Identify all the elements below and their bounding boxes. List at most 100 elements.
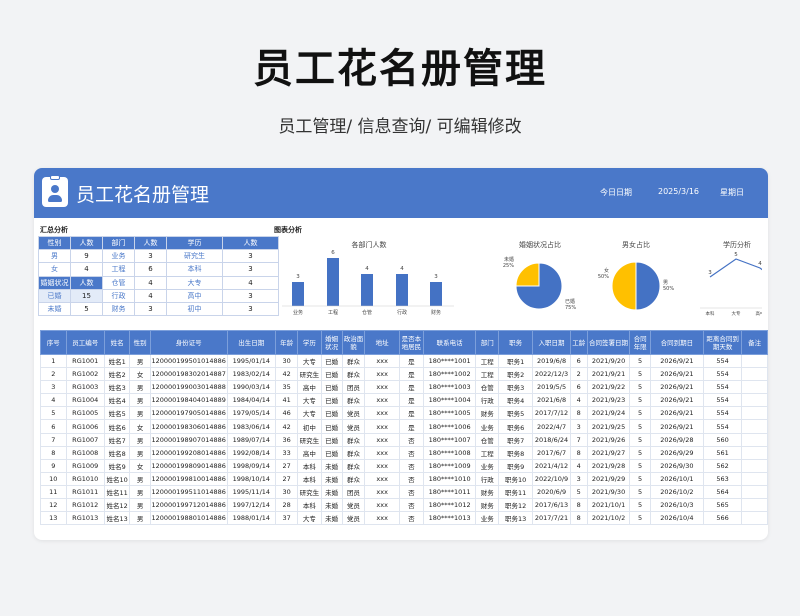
table-cell[interactable]: 27: [275, 458, 299, 473]
table-cell[interactable]: 5: [629, 419, 651, 434]
table-cell[interactable]: 2021/9/27: [586, 445, 631, 460]
table-cell[interactable]: 180****1002: [422, 367, 477, 382]
table-cell[interactable]: 2021/9/21: [586, 367, 631, 382]
table-cell[interactable]: [741, 471, 768, 486]
table-cell[interactable]: [741, 511, 768, 526]
table-cell[interactable]: 180****1010: [422, 471, 477, 486]
table-cell[interactable]: 业务: [475, 419, 500, 434]
table-cell[interactable]: 群众: [341, 471, 366, 486]
table-cell[interactable]: 职务4: [498, 393, 534, 408]
table-cell[interactable]: 2020/6/9: [532, 484, 571, 500]
table-cell[interactable]: 4: [569, 393, 588, 408]
table-cell[interactable]: 5: [629, 511, 651, 526]
table-cell[interactable]: RG1002: [65, 367, 105, 382]
table-cell[interactable]: 否: [399, 458, 424, 473]
table-cell[interactable]: 男: [129, 380, 151, 395]
table-cell[interactable]: 男: [129, 393, 151, 408]
table-cell[interactable]: 1979/05/14: [226, 406, 277, 421]
table-cell[interactable]: 6: [569, 380, 588, 395]
table-cell[interactable]: 2021/9/20: [586, 353, 631, 369]
table-cell[interactable]: 姓名7: [103, 432, 131, 447]
table-cell[interactable]: xxx: [364, 419, 400, 434]
table-cell[interactable]: [741, 353, 768, 369]
table-cell[interactable]: 28: [275, 498, 299, 513]
table-cell[interactable]: xxx: [364, 498, 400, 513]
table-cell[interactable]: 120000198302014887: [149, 367, 228, 382]
table-cell[interactable]: 团员: [341, 380, 366, 395]
table-cell[interactable]: 职务6: [498, 419, 534, 434]
table-cell[interactable]: 已婚: [320, 367, 343, 382]
table-cell[interactable]: 大专: [297, 353, 322, 369]
table-cell[interactable]: 2026/9/21: [649, 419, 704, 434]
table-cell[interactable]: xxx: [364, 353, 400, 369]
table-cell[interactable]: RG1010: [65, 471, 105, 486]
table-cell[interactable]: 姓名4: [103, 393, 131, 408]
table-cell[interactable]: 3: [569, 419, 588, 434]
table-cell[interactable]: 1990/03/14: [226, 380, 277, 395]
table-cell[interactable]: 120000199712014886: [149, 498, 228, 513]
table-cell[interactable]: 姓名1: [103, 353, 131, 369]
table-cell[interactable]: 180****1009: [422, 458, 477, 473]
table-cell[interactable]: 高中: [297, 445, 322, 460]
table-cell[interactable]: 2017/6/13: [532, 498, 571, 513]
table-cell[interactable]: 2022/4/7: [532, 419, 571, 434]
table-cell[interactable]: 3: [569, 471, 588, 486]
table-cell[interactable]: xxx: [364, 380, 400, 395]
table-cell[interactable]: 1984/04/14: [226, 393, 277, 408]
table-cell[interactable]: 120000197905014886: [149, 406, 228, 421]
table-row[interactable]: 13 RG1013 姓名13 男 120000198801014886 1988/01/1…: [40, 511, 768, 526]
table-cell[interactable]: 未婚: [320, 471, 343, 486]
table-cell[interactable]: 12: [40, 498, 67, 513]
table-cell[interactable]: 业务: [475, 458, 500, 473]
table-cell[interactable]: 42: [275, 419, 299, 434]
table-cell[interactable]: 2021/6/8: [532, 393, 571, 408]
table-cell[interactable]: 职务7: [498, 432, 534, 447]
table-cell[interactable]: 2021/10/1: [586, 498, 631, 513]
table-cell[interactable]: 是: [399, 419, 424, 434]
table-row[interactable]: 2 RG1002 姓名2 女 120000198302014887 1983/02/14 4…: [40, 367, 768, 382]
table-cell[interactable]: 120000199003014888: [149, 380, 228, 395]
table-cell[interactable]: 554: [702, 353, 743, 369]
table-cell[interactable]: 群众: [341, 445, 366, 460]
table-cell[interactable]: 8: [40, 445, 67, 460]
table-row[interactable]: 4 RG1004 姓名4 男 120000198404014889 1984/04/14 4…: [40, 393, 768, 408]
table-cell[interactable]: 2026/10/1: [649, 471, 704, 486]
table-cell[interactable]: 9: [40, 458, 67, 473]
table-cell[interactable]: 姓名3: [103, 380, 131, 395]
table-cell[interactable]: RG1013: [65, 511, 105, 526]
table-cell[interactable]: 8: [569, 511, 588, 526]
table-cell[interactable]: RG1011: [65, 484, 105, 500]
table-cell[interactable]: 已婚: [320, 380, 343, 395]
table-cell[interactable]: [741, 445, 768, 460]
table-cell[interactable]: 8: [569, 406, 588, 421]
table-cell[interactable]: 研究生: [297, 484, 322, 500]
table-cell[interactable]: RG1003: [65, 380, 105, 395]
table-cell[interactable]: RG1006: [65, 419, 105, 434]
table-cell[interactable]: 2017/6/7: [532, 445, 571, 460]
table-cell[interactable]: 2026/9/21: [649, 380, 704, 395]
table-cell[interactable]: 2019/5/5: [532, 380, 571, 395]
table-cell[interactable]: 已婚: [320, 432, 343, 447]
table-cell[interactable]: 180****1003: [422, 380, 477, 395]
table-cell[interactable]: 5: [629, 393, 651, 408]
table-cell[interactable]: 561: [702, 445, 743, 460]
table-cell[interactable]: 男: [129, 511, 151, 526]
table-cell[interactable]: xxx: [364, 393, 400, 408]
table-row[interactable]: 12 RG1012 姓名12 男 120000199712014886 1997/12/1…: [40, 498, 768, 513]
table-cell[interactable]: 2022/12/3: [532, 367, 571, 382]
table-cell[interactable]: 35: [275, 380, 299, 395]
table-cell[interactable]: 7: [40, 432, 67, 447]
table-cell[interactable]: 2017/7/21: [532, 511, 571, 526]
table-cell[interactable]: 1998/09/14: [226, 458, 277, 473]
table-cell[interactable]: 120000199810014886: [149, 471, 228, 486]
table-cell[interactable]: 职务3: [498, 380, 534, 395]
table-cell[interactable]: 180****1007: [422, 432, 477, 447]
table-cell[interactable]: 群众: [341, 432, 366, 447]
table-row[interactable]: 5 RG1005 姓名5 男 120000197905014886 1979/05/14 4…: [40, 406, 768, 421]
table-cell[interactable]: RG1012: [65, 498, 105, 513]
table-cell[interactable]: 研究生: [297, 367, 322, 382]
table-cell[interactable]: RG1008: [65, 445, 105, 460]
table-cell[interactable]: 2021/9/25: [586, 419, 631, 434]
table-cell[interactable]: 是: [399, 380, 424, 395]
table-cell[interactable]: 姓名12: [103, 498, 131, 513]
